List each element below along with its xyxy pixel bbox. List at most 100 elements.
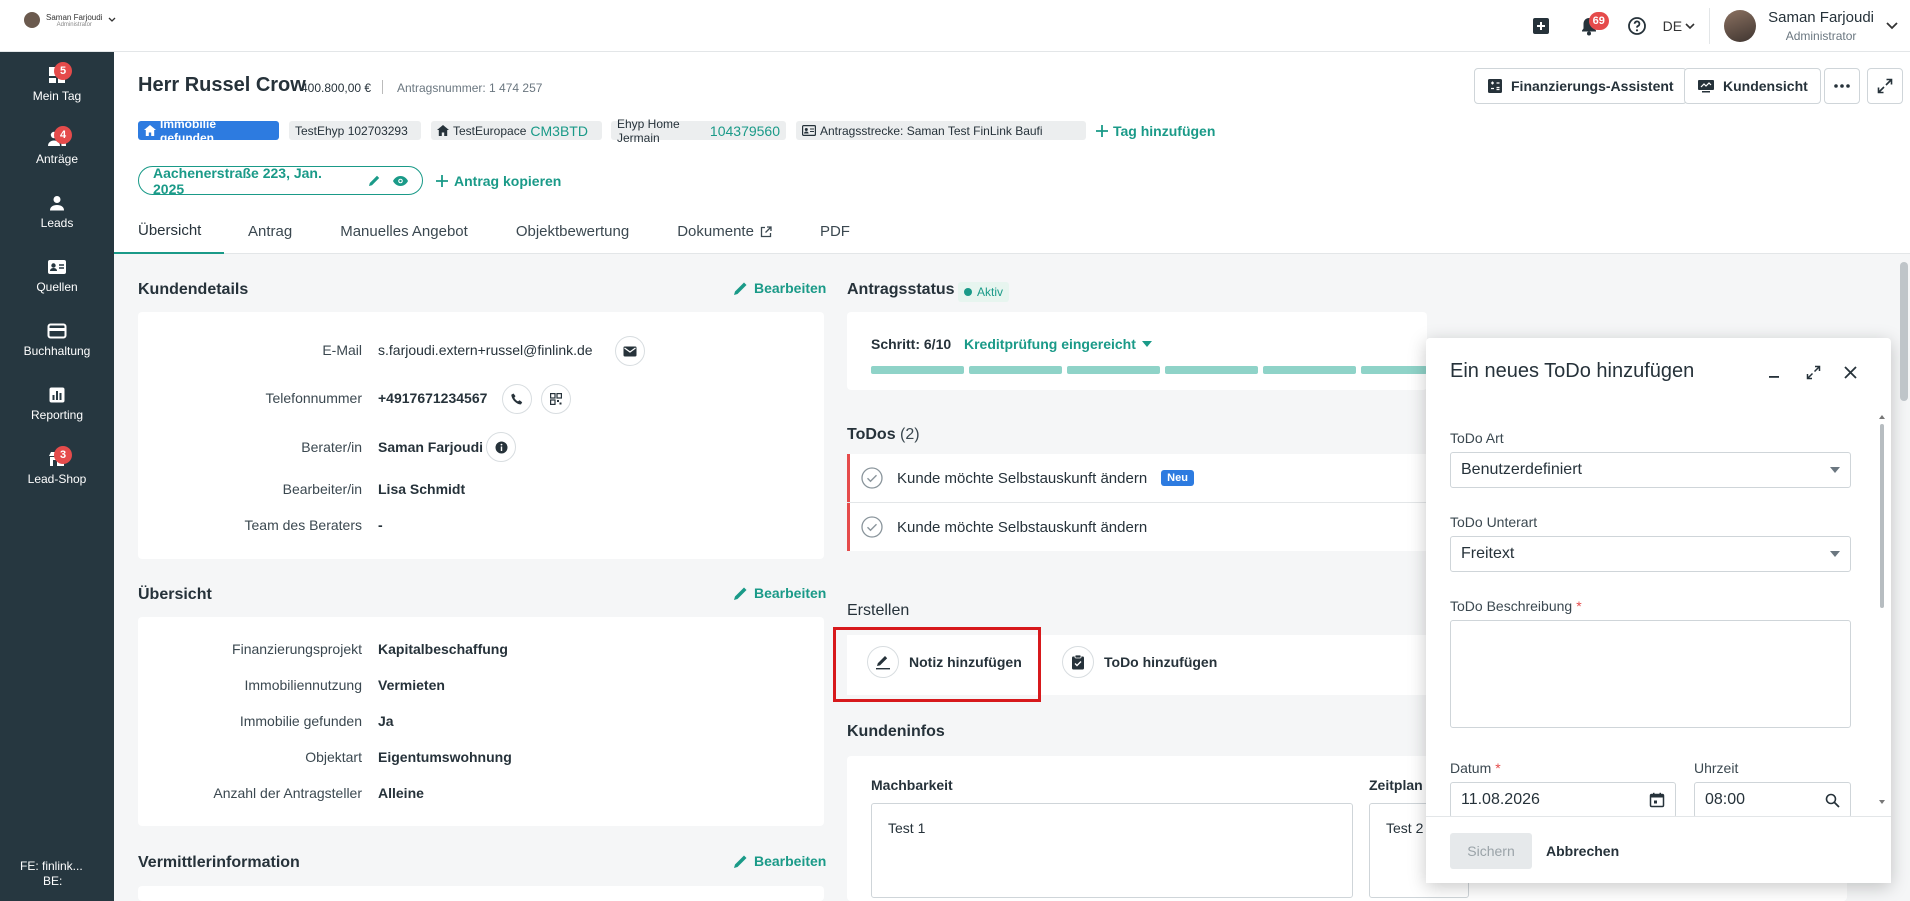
todo-type-value: Benutzerdefiniert <box>1461 461 1582 478</box>
sidebar-item-antraege[interactable]: Anträge 4 <box>0 116 114 180</box>
sidebar-item-quellen[interactable]: Quellen <box>0 244 114 308</box>
copy-application-button[interactable]: Antrag kopieren <box>436 166 561 195</box>
time-input[interactable]: 08:00 <box>1694 782 1851 818</box>
tab-antrag[interactable]: Antrag <box>224 209 316 254</box>
sidebar-badge: 3 <box>54 446 72 464</box>
tag-label: Ehyp Home Jermain <box>617 116 680 145</box>
expand-button[interactable] <box>1799 358 1827 386</box>
section-title-vermittler: Vermittlerinformation <box>138 854 300 871</box>
edit-kundendetails-button[interactable]: Bearbeiten <box>733 280 826 296</box>
check-circle-icon[interactable] <box>861 467 883 489</box>
financing-assistant-button[interactable]: Finanzierungs-Assistent <box>1474 68 1687 104</box>
sidebar-item-label: Leads <box>40 215 74 230</box>
sidebar-badge: 4 <box>54 126 72 144</box>
advisor-value: Saman Farjoudi <box>378 439 484 455</box>
section-title-kundeninfos: Kundeninfos <box>847 723 945 740</box>
progress-step <box>871 366 964 374</box>
step-label: Schritt: 6/10 <box>871 336 952 352</box>
sidebar-item-buchhaltung[interactable]: Buchhaltung <box>0 308 114 372</box>
todo-type-select[interactable]: Benutzerdefiniert <box>1450 452 1851 488</box>
section-title-todos: ToDos (2) <box>847 426 920 444</box>
add-tag-button[interactable]: Tag hinzufügen <box>1096 121 1215 140</box>
date-input[interactable]: 11.08.2026 <box>1450 782 1676 818</box>
advisor-info-button[interactable] <box>486 432 516 462</box>
dialog-scrollbar[interactable] <box>1879 412 1885 807</box>
add-button[interactable] <box>1521 6 1561 46</box>
search-icon[interactable] <box>1825 793 1840 808</box>
tag-testehyp: TestEhyp 102703293 <box>289 121 421 140</box>
contact-card-icon <box>47 259 67 275</box>
more-options-button[interactable] <box>1824 68 1860 104</box>
dialog-footer: Sichern Abbrechen <box>1426 816 1891 883</box>
cancel-button[interactable]: Abbrechen <box>1546 833 1619 869</box>
customer-view-button[interactable]: Kundensicht <box>1684 68 1821 104</box>
page-scrollbar[interactable] <box>1900 262 1908 401</box>
language-select[interactable]: DE <box>1663 18 1695 34</box>
notifications-button[interactable]: 69 <box>1569 6 1609 46</box>
field-label: Bearbeiter/in <box>282 481 362 497</box>
tab-dokumente[interactable]: Dokumente <box>653 209 796 254</box>
status-dot <box>964 288 972 296</box>
tab-bar: Übersicht Antrag Manuelles Angebot Objek… <box>114 209 874 254</box>
date-value: 11.08.2026 <box>1461 791 1540 808</box>
tab-manuelles-angebot[interactable]: Manuelles Angebot <box>316 209 492 254</box>
qr-code-button[interactable] <box>541 384 571 414</box>
send-email-button[interactable] <box>615 336 645 366</box>
edit-vermittler-button[interactable]: Bearbeiten <box>733 853 826 869</box>
minimize-button[interactable] <box>1760 358 1788 386</box>
notifications-badge: 69 <box>1588 12 1609 30</box>
workspace-switcher[interactable]: Saman Farjoudi Administrator <box>24 12 116 28</box>
close-button[interactable] <box>1836 358 1864 386</box>
todo-subtype-select[interactable]: Freitext <box>1450 536 1851 572</box>
todo-item[interactable]: Kunde möchte Selbstauskunft ändern Neu <box>847 454 1427 502</box>
todo-item[interactable]: Kunde möchte Selbstauskunft ändern <box>847 503 1427 551</box>
todo-subtype-label: ToDo Unterart <box>1450 514 1538 530</box>
monitor-icon <box>1697 79 1715 93</box>
frontend-version: FE: finlink... <box>20 859 83 873</box>
sidebar-item-mein-tag[interactable]: Mein Tag 5 <box>0 52 114 116</box>
call-button[interactable] <box>502 384 532 414</box>
user-menu[interactable]: Saman Farjoudi Administrator <box>1724 9 1898 43</box>
tab-objektbewertung[interactable]: Objektbewertung <box>492 209 653 254</box>
address-label: Aachenerstraße 223, Jan. 2025 <box>153 164 322 197</box>
tab-pdf[interactable]: PDF <box>796 209 874 254</box>
calendar-icon[interactable] <box>1649 792 1665 808</box>
add-todo-dialog: Ein neues ToDo hinzufügen ToDo Art Benut… <box>1426 338 1891 883</box>
mail-icon <box>623 346 637 357</box>
add-todo-button[interactable]: ToDo hinzufügen <box>1062 646 1217 678</box>
sidebar-item-label: Mein Tag <box>32 88 82 103</box>
sidebar-item-leads[interactable]: Leads <box>0 180 114 244</box>
chevron-down-icon <box>108 17 116 23</box>
eye-icon[interactable] <box>393 175 408 186</box>
caret-down-icon <box>1830 551 1840 557</box>
todo-description-label-text: ToDo Beschreibung <box>1450 598 1573 614</box>
sidebar-item-reporting[interactable]: Reporting <box>0 372 114 436</box>
tag-id: 104379560 <box>709 122 780 139</box>
top-bar: Saman Farjoudi Administrator 69 DE Saman… <box>0 0 1910 52</box>
mini-user-name: Saman Farjoudi <box>46 12 103 22</box>
field-label: E-Mail <box>322 342 362 358</box>
sidebar-item-label: Buchhaltung <box>23 343 91 358</box>
help-button[interactable] <box>1617 6 1657 46</box>
field-label: Anzahl der Antragsteller <box>213 785 362 801</box>
fullscreen-button[interactable] <box>1867 68 1903 104</box>
address-pill[interactable]: Aachenerstraße 223, Jan. 2025 <box>138 164 423 197</box>
todo-description-field[interactable] <box>1450 620 1851 728</box>
edit-uebersicht-button[interactable]: Bearbeiten <box>733 585 826 601</box>
pencil-icon <box>733 586 748 601</box>
language-label: DE <box>1662 18 1683 34</box>
field-value: Kapitalbeschaffung <box>378 641 508 657</box>
field-label: Telefonnummer <box>265 390 363 406</box>
required-marker: * <box>1576 598 1582 614</box>
step-select[interactable]: Kreditprüfung eingereicht <box>964 336 1152 352</box>
close-icon <box>1843 365 1857 379</box>
progress-step <box>969 366 1062 374</box>
save-button[interactable]: Sichern <box>1450 833 1532 869</box>
check-circle-icon[interactable] <box>861 516 883 538</box>
sidebar-item-lead-shop[interactable]: Lead-Shop 3 <box>0 436 114 500</box>
tab-uebersicht[interactable]: Übersicht <box>114 209 224 254</box>
machbarkeit-label: Machbarkeit <box>871 777 953 793</box>
financing-assistant-label: Finanzierungs-Assistent <box>1511 78 1674 94</box>
pencil-icon[interactable] <box>368 174 381 187</box>
machbarkeit-field[interactable]: Test 1 <box>871 803 1353 898</box>
